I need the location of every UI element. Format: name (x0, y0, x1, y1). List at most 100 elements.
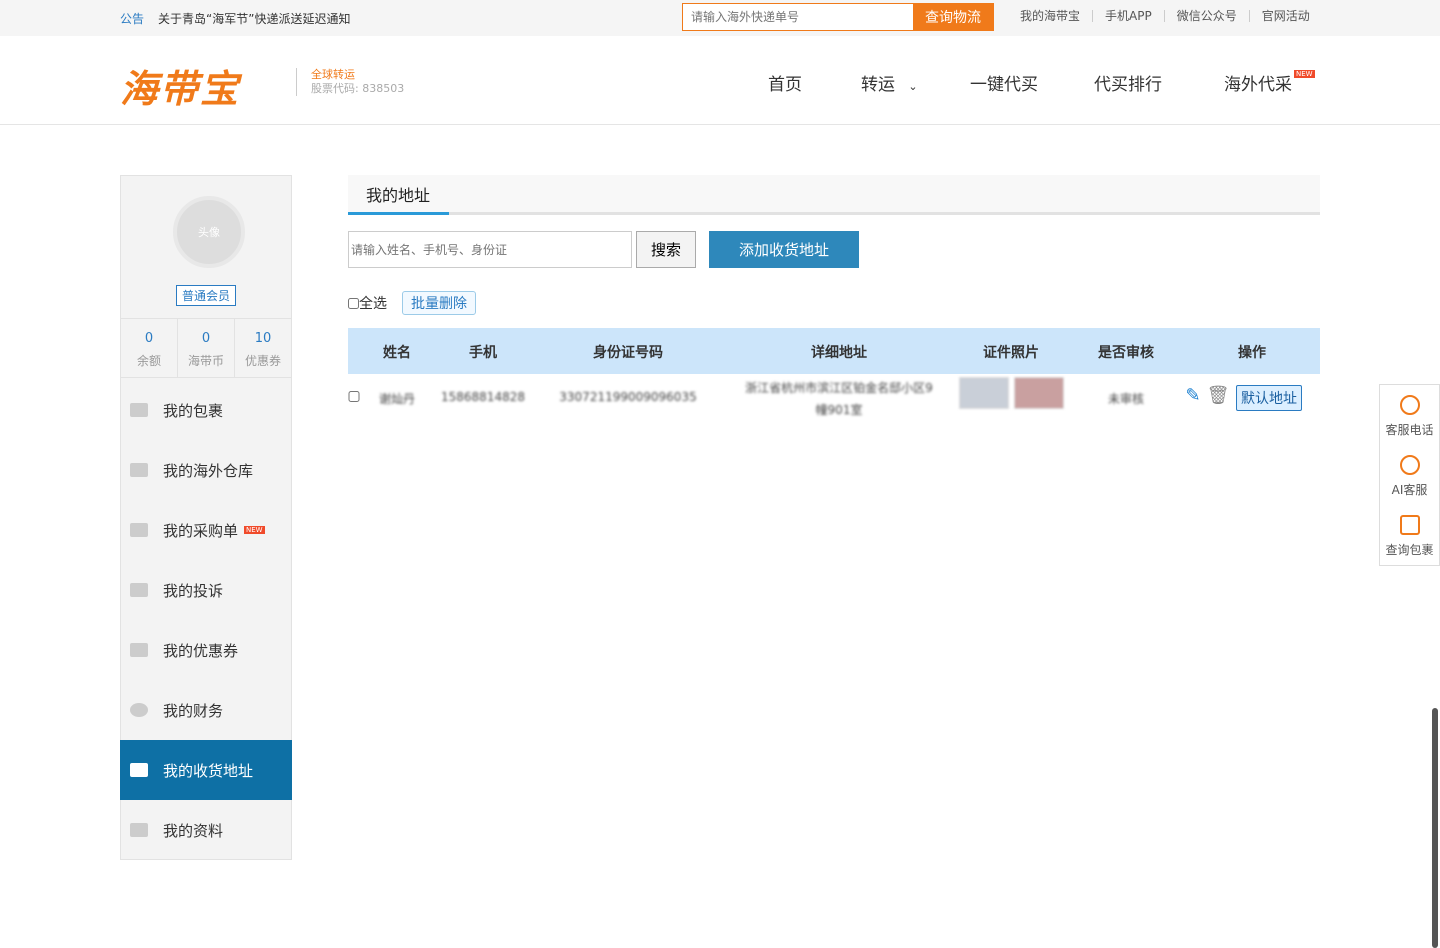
package-icon (130, 403, 148, 417)
tag-icon (130, 643, 148, 657)
cell-address: 幢901室 (816, 401, 863, 418)
column-header: 手机 (469, 342, 497, 362)
account-stats: 0余额 0 海带币 10 优惠券 (121, 318, 291, 378)
tracking-input[interactable] (683, 4, 913, 30)
address-search: 搜索 添加收货地址 (348, 231, 859, 268)
package-icon (130, 583, 148, 597)
menu-label: 我的包裹 (163, 400, 223, 421)
column-header: 是否审核 (1098, 342, 1154, 362)
float-label: 客服电话 (1380, 421, 1439, 438)
menu-label: 我的收货地址 (163, 760, 253, 781)
bulk-delete-button[interactable]: 批量删除 (402, 291, 476, 315)
sidebar-item-finance[interactable]: 我的财务 (120, 680, 292, 740)
main-content: 我的地址 搜索 添加收货地址 全选 批量删除 姓名 手机 身份证号码 详细地址 … (348, 175, 1320, 215)
float-label: 查询包裹 (1380, 541, 1439, 558)
trash-icon[interactable]: 🗑 (1207, 385, 1230, 406)
menu-label: 我的采购单 (163, 520, 238, 541)
new-badge: NEW (244, 526, 265, 534)
id-photo-front[interactable] (959, 377, 1009, 409)
sidebar-item-addresses[interactable]: 我的收货地址 (120, 740, 292, 800)
track-button[interactable]: 查询物流 (913, 4, 993, 30)
cell-name: 谢灿丹 (379, 390, 415, 407)
stock-code: 股票代码: 838503 (311, 82, 404, 96)
menu-label: 我的财务 (163, 700, 223, 721)
sidebar-item-warehouse[interactable]: 我的海外仓库 (120, 440, 292, 500)
nav-home[interactable]: 首页 (768, 70, 802, 95)
stat-label: 优惠券 (235, 352, 291, 369)
float-label: AI客服 (1380, 481, 1439, 498)
stat-label: 余额 (121, 352, 177, 369)
chat-icon (1400, 455, 1420, 475)
nav-label: 海外代采 (1224, 75, 1292, 95)
select-all-label: 全选 (359, 293, 387, 313)
menu-label: 我的优惠券 (163, 640, 238, 661)
select-all-checkbox[interactable] (348, 298, 359, 309)
sidebar-item-profile[interactable]: 我的资料 (120, 800, 292, 860)
scrollbar[interactable] (1432, 708, 1438, 948)
member-badge: 普通会员 (176, 285, 236, 306)
cell-id-number: 330721199009096035 (559, 390, 696, 404)
table-row: 谢灿丹 15868814828 330721199009096035 浙江省杭州… (348, 375, 1320, 423)
nav-ranking[interactable]: 代买排行 (1094, 70, 1162, 95)
stat-balance[interactable]: 0余额 (121, 319, 177, 377)
chevron-down-icon: ⌄ (908, 80, 917, 93)
top-link[interactable]: 微信公众号 (1164, 10, 1249, 22)
address-search-input[interactable] (348, 231, 632, 268)
sidebar-item-complaints[interactable]: 我的投诉 (120, 560, 292, 620)
home-icon (130, 763, 148, 777)
sidebar-item-purchases[interactable]: 我的采购单 NEW (120, 500, 292, 560)
row-checkbox[interactable] (349, 391, 360, 405)
header: 海带宝 全球转运 股票代码: 838503 首页 转运 ⌄ 一键代买 代买排行 … (0, 36, 1440, 125)
id-card-icon (130, 823, 148, 837)
add-address-button[interactable]: 添加收货地址 (709, 231, 859, 268)
search-button[interactable]: 搜索 (636, 231, 696, 268)
sidebar: 头像 普通会员 0余额 0 海带币 10 优惠券 我的包裹 我的海外仓库 我的采购单… (120, 175, 292, 860)
stat-coupons[interactable]: 10 优惠券 (234, 319, 291, 377)
table-header: 姓名 手机 身份证号码 详细地址 证件照片 是否审核 操作 (348, 328, 1320, 374)
slogan: 全球转运 股票代码: 838503 (296, 68, 404, 96)
cell-address: 浙江省杭州市滨江区铂金名邸小区9 (745, 379, 933, 396)
top-link[interactable]: 我的海带宝 (1008, 10, 1092, 22)
tab-bar: 我的地址 (348, 175, 1320, 215)
top-link[interactable]: 官网活动 (1249, 10, 1322, 22)
slogan-text: 全球转运 (311, 68, 404, 82)
bulk-actions: 全选 批量删除 (348, 291, 476, 315)
tab-my-address[interactable]: 我的地址 (348, 175, 449, 215)
ai-service[interactable]: AI客服 (1380, 445, 1439, 505)
stat-value: 0 (178, 331, 234, 346)
package-icon (1400, 515, 1420, 535)
menu-label: 我的资料 (163, 820, 223, 841)
nav-label: 转运 (861, 75, 895, 95)
menu-label: 我的海外仓库 (163, 460, 253, 481)
default-address-button[interactable]: 默认地址 (1236, 385, 1302, 411)
cell-status: 未审核 (1108, 390, 1144, 407)
stat-coins[interactable]: 0 海带币 (177, 319, 234, 377)
avatar[interactable]: 头像 (173, 196, 245, 268)
sidebar-item-coupons[interactable]: 我的优惠券 (120, 620, 292, 680)
notice-label: 公告 (120, 10, 144, 27)
nav-forwarding[interactable]: 转运 ⌄ (861, 70, 918, 95)
new-badge: NEW (1294, 70, 1315, 78)
column-header: 姓名 (383, 342, 411, 362)
cell-phone: 15868814828 (441, 390, 525, 404)
sidebar-menu: 我的包裹 我的海外仓库 我的采购单 NEW 我的投诉 我的优惠券 我的财务 我的收… (120, 380, 292, 860)
id-photo-back[interactable] (1014, 377, 1064, 409)
notice-text[interactable]: 关于青岛“海军节”快递派送延迟通知 (158, 10, 350, 27)
headset-icon (1400, 395, 1420, 415)
column-header: 操作 (1238, 342, 1266, 362)
logo[interactable]: 海带宝 (120, 58, 240, 113)
column-header: 身份证号码 (593, 342, 663, 362)
phone-service[interactable]: 客服电话 (1380, 385, 1439, 445)
nav-buy[interactable]: 一键代买 (970, 70, 1038, 95)
track-package[interactable]: 查询包裹 (1380, 505, 1439, 565)
top-bar: 公告 关于青岛“海军节”快递派送延迟通知 查询物流 我的海带宝 手机APP 微信… (0, 0, 1440, 36)
top-links: 我的海带宝 手机APP 微信公众号 官网活动 (1008, 10, 1322, 22)
home-icon (130, 463, 148, 477)
nav-overseas[interactable]: 海外代采NEW (1224, 70, 1315, 95)
stat-label: 海带币 (178, 352, 234, 369)
stat-value: 10 (235, 331, 291, 346)
top-link[interactable]: 手机APP (1092, 10, 1164, 22)
floating-service-panel: 客服电话 AI客服 查询包裹 (1379, 384, 1440, 566)
sidebar-item-packages[interactable]: 我的包裹 (120, 380, 292, 440)
edit-icon[interactable]: ✎ (1185, 385, 1200, 406)
